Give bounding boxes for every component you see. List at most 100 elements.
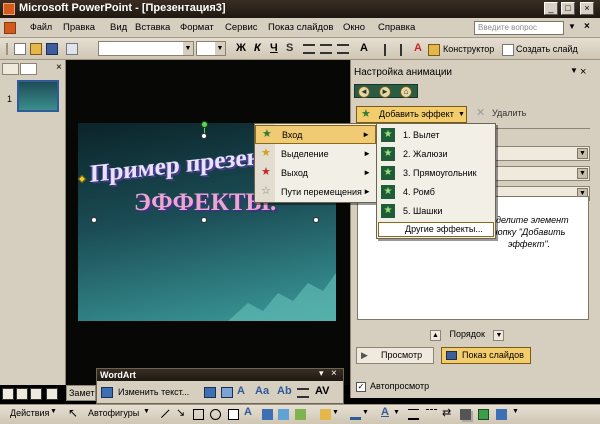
pane-close-icon[interactable]: × [56,62,62,73]
diagram-icon[interactable] [262,409,273,420]
toolbar-close-icon[interactable]: × [331,368,337,379]
sorter-view-icon[interactable] [16,388,28,400]
home-icon[interactable]: ⌂ [400,86,412,98]
menu-view[interactable]: Вид [110,22,127,33]
taskpane-menu-icon[interactable]: ▼ [570,66,578,75]
chevron-down-icon[interactable]: ▼ [512,408,519,415]
bold-button[interactable]: Ж [236,42,246,54]
entrance-effect-fly[interactable]: ★ 1. Вылет [377,126,495,145]
align-left-icon[interactable] [303,44,315,54]
normal-view-icon[interactable] [2,388,14,400]
indent-decrease-icon[interactable] [384,44,396,56]
font-color-icon[interactable]: A [414,42,422,54]
wordart-gallery-icon[interactable] [204,387,216,398]
resize-handle[interactable] [91,217,97,223]
vertical-text-icon[interactable]: Ab [277,385,292,397]
underline-button[interactable]: Ч [270,42,278,54]
actions-menu[interactable]: Действия [10,408,49,418]
line-style-icon[interactable] [408,409,419,420]
menu-tools[interactable]: Сервис [225,22,258,33]
align-right-icon[interactable] [337,44,349,54]
new-document-icon[interactable] [14,43,26,55]
resize-handle[interactable] [201,133,207,139]
chevron-down-icon[interactable]: ▼ [577,168,588,179]
minimize-button[interactable]: _ [544,2,558,15]
print-preview-icon[interactable] [66,43,78,55]
menu-item-emphasis[interactable]: ★ Выделение ► [255,145,376,164]
play-button[interactable]: ▶ Просмотр [356,347,434,364]
more-effects-item[interactable]: Другие эффекты... [378,222,494,237]
document-icon[interactable] [4,22,16,34]
clipart-icon[interactable] [278,409,289,420]
notes-tab[interactable]: Замет [66,385,96,401]
menu-help[interactable]: Справка [378,22,415,33]
shadow-style-icon[interactable] [460,409,471,420]
slideshow-button[interactable]: Показ слайдов [441,347,531,364]
oval-icon[interactable] [210,409,221,420]
tab-outline[interactable] [2,63,19,75]
slide-thumbnail[interactable] [17,80,59,112]
chevron-down-icon[interactable]: ▼ [50,408,57,415]
scroll-left-icon[interactable] [46,388,58,400]
chevron-down-icon[interactable]: ▼ [143,408,150,415]
align-icon[interactable] [297,388,309,398]
chevron-down-icon[interactable]: ▼ [215,42,225,55]
open-folder-icon[interactable] [30,43,42,55]
shadow-button[interactable]: S [286,42,293,54]
align-center-icon[interactable] [320,44,332,54]
line-color-icon[interactable] [350,409,361,420]
new-slide-button[interactable]: Создать слайд [516,44,578,54]
arrow-icon[interactable]: ↘ [176,406,185,419]
arrow-style-icon[interactable]: ⇄ [442,406,451,419]
resize-handle[interactable] [201,217,207,223]
tab-slides[interactable] [20,63,37,75]
char-spacing-icon[interactable]: AV [315,385,329,397]
help-search-input[interactable]: Введите вопрос [474,21,564,35]
design-button[interactable]: Конструктор [443,44,494,54]
format-wordart-icon[interactable] [221,387,233,398]
chevron-down-icon[interactable]: ▼ [362,409,369,416]
menu-edit[interactable]: Правка [63,22,95,33]
menu-insert[interactable]: Вставка [135,22,170,33]
same-height-icon[interactable]: Aa [255,385,269,397]
menu-file[interactable]: Файл [30,22,52,32]
3d-style-icon[interactable] [478,409,489,420]
remove-button[interactable]: ✕ Удалить [474,106,536,123]
font-color-icon[interactable]: A [381,406,389,418]
insert-object-icon[interactable] [496,409,507,420]
entrance-effect-checkerboard[interactable]: ★ 5. Шашки [377,202,495,221]
move-up-icon[interactable]: ▲ [430,330,441,341]
entrance-effect-box[interactable]: ★ 3. Прямоугольник [377,164,495,183]
textbox-icon[interactable] [228,409,239,420]
indent-increase-icon[interactable] [400,44,412,56]
rectangle-icon[interactable] [193,409,204,420]
wordart-shape-icon[interactable]: A [237,385,245,397]
menu-window[interactable]: Окно [343,22,365,33]
menu-item-entrance[interactable]: ★ Вход ► [255,125,376,144]
help-dropdown-icon[interactable]: ▼ [568,22,576,31]
insert-wordart-icon[interactable] [101,387,113,398]
toolbar-grip[interactable] [6,43,8,55]
add-effect-button[interactable]: ★ Добавить эффект ▼ [356,106,467,123]
picture-icon[interactable] [295,409,306,420]
dash-style-icon[interactable] [426,409,437,420]
chevron-down-icon[interactable]: ▼ [393,409,400,416]
slideshow-view-icon[interactable] [30,388,42,400]
chevron-down-icon[interactable]: ▼ [183,42,193,55]
entrance-effect-blinds[interactable]: ★ 2. Жалюзи [377,145,495,164]
autoshapes-menu[interactable]: Автофигуры [88,408,139,418]
back-arrow-icon[interactable]: ◄ [358,86,370,98]
close-button[interactable]: × [580,2,594,15]
italic-button[interactable]: К [254,42,261,54]
edit-text-button[interactable]: Изменить текст... [118,387,189,397]
menu-format[interactable]: Формат [180,22,214,33]
fill-color-icon[interactable] [320,409,331,420]
autopreview-checkbox[interactable]: ✓ [356,381,366,392]
designer-icon[interactable] [428,44,440,56]
rotation-handle[interactable] [201,121,208,128]
new-slide-icon[interactable] [502,44,514,56]
maximize-button[interactable]: □ [561,2,575,15]
toolbar-menu-icon[interactable]: ▾ [319,368,324,379]
save-icon[interactable] [46,43,58,55]
resize-handle[interactable] [313,217,319,223]
